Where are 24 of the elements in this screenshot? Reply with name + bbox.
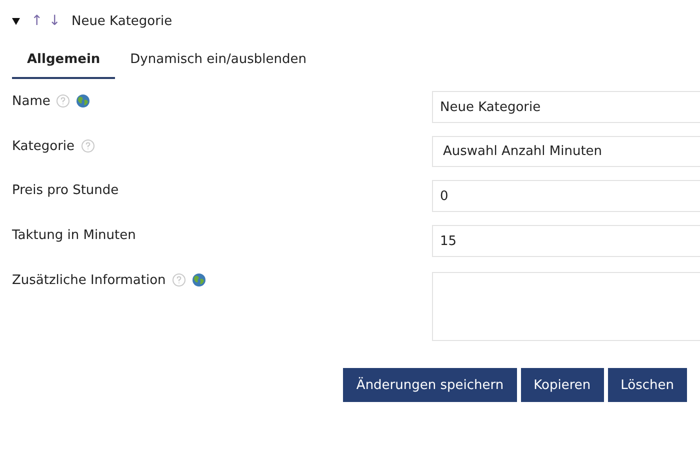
text-area[interactable] xyxy=(432,272,700,341)
input-field[interactable]: 0 xyxy=(432,180,700,212)
help-icon[interactable] xyxy=(56,94,70,108)
tab[interactable]: Allgemein xyxy=(12,44,116,79)
move-down-button[interactable]: ↓ xyxy=(48,13,60,29)
field-label: Zusätzliche Information xyxy=(12,272,166,288)
help-icon[interactable] xyxy=(172,273,186,287)
input-field[interactable]: Neue Kategorie xyxy=(432,91,700,123)
field-label: Taktung in Minuten xyxy=(12,228,136,242)
action-button[interactable]: Änderungen speichern xyxy=(343,368,517,402)
select-field[interactable]: Auswahl Anzahl Minuten xyxy=(432,136,700,167)
input-field[interactable]: 15 xyxy=(432,225,700,257)
collapse-icon[interactable] xyxy=(12,18,20,24)
field-label: Preis pro Stunde xyxy=(12,182,119,198)
field-label: Name xyxy=(12,94,50,108)
action-button[interactable]: Kopieren xyxy=(520,368,604,402)
move-up-button[interactable]: ↑ xyxy=(31,13,43,29)
globe-icon[interactable] xyxy=(192,273,206,287)
field-label: Kategorie xyxy=(12,138,75,154)
help-icon[interactable] xyxy=(80,139,95,153)
globe-icon[interactable] xyxy=(76,94,90,108)
action-button[interactable]: Löschen xyxy=(608,368,687,402)
tab[interactable]: Dynamisch ein/ausblenden xyxy=(115,44,322,79)
section-title: Neue Kategorie xyxy=(71,14,172,28)
